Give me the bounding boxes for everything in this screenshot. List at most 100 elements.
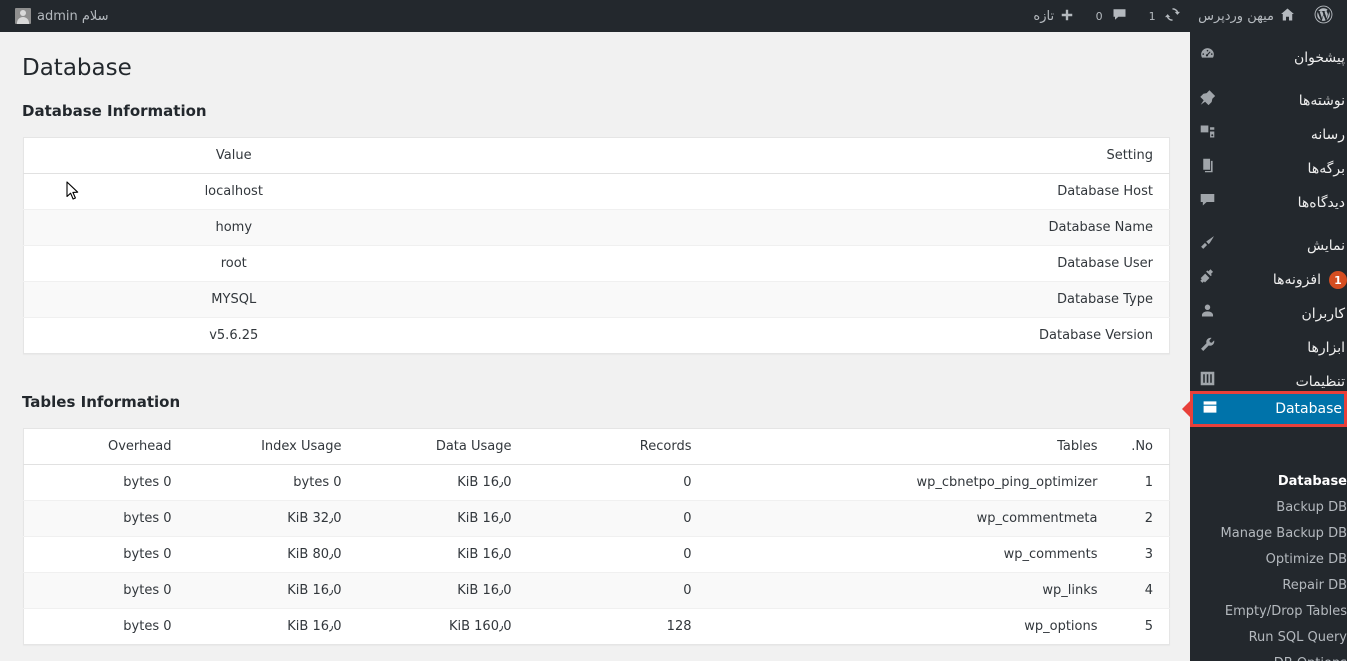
admin-sidebar-menu: پیشخوان نوشته‌ها رسانه (1190, 32, 1347, 661)
sidebar-item-label: Database (1275, 401, 1342, 417)
page-title: Database (22, 55, 132, 81)
cell-records: 0 (523, 572, 704, 609)
pin-icon (1190, 84, 1224, 118)
column-header-overhead: Overhead (23, 428, 184, 465)
column-header-tables: Tables (703, 428, 1110, 465)
menu-spacer-2 (1190, 220, 1347, 229)
cell-row-number: 1 (1109, 464, 1170, 501)
cell-spacer (443, 209, 744, 246)
table-row: bytes 0 KiB 32٫0 KiB 16٫0 0 wp_commentme… (23, 500, 1170, 537)
column-header-records: Records (523, 428, 704, 465)
cell-overhead: bytes 0 (23, 572, 184, 609)
cell-spacer (443, 245, 744, 282)
table-row: localhost Database Host (23, 173, 1170, 210)
cell-table-name: wp_cbnetpo_ping_optimizer (703, 464, 1110, 501)
column-header-data-usage: Data Usage (353, 428, 524, 465)
comments-menu[interactable]: 0 (1083, 0, 1136, 32)
cell-value: v5.6.25 (23, 317, 444, 354)
tools-icon (1190, 331, 1224, 365)
table-body: bytes 0 bytes 0 KiB 16٫0 0 wp_cbnetpo_pi… (23, 464, 1170, 645)
cell-overhead: bytes 0 (23, 608, 184, 645)
cell-row-number: 5 (1109, 608, 1170, 645)
table-header-row: Value Setting (23, 137, 1170, 174)
column-header-setting: Setting (743, 137, 1170, 174)
table-body: localhost Database Host homy Database Na… (23, 173, 1170, 354)
sidebar-item-label: دیدگاه‌ها (1297, 195, 1345, 211)
menu-spacer-top (1190, 32, 1347, 41)
table-row: bytes 0 KiB 80٫0 KiB 16٫0 0 wp_comments … (23, 536, 1170, 573)
cell-setting: Database Name (743, 209, 1170, 246)
main-content: Database Database Information Value Sett… (0, 32, 1190, 661)
site-name-menu[interactable]: میهن وردپرس (1189, 0, 1304, 32)
cell-index-usage: KiB 80٫0 (183, 536, 354, 573)
admin-bar-left-group: سلام admin (0, 0, 118, 32)
table-head: Value Setting (23, 137, 1170, 174)
table-row: v5.6.25 Database Version (23, 317, 1170, 354)
table-row: bytes 0 KiB 16٫0 KiB 16٫0 0 wp_links 4 (23, 572, 1170, 609)
table-row: bytes 0 KiB 16٫0 KiB 160٫0 128 wp_option… (23, 608, 1170, 645)
new-content-menu[interactable]: تازه (1024, 0, 1083, 32)
sidebar-item-label: ابزارها (1307, 340, 1345, 356)
sidebar-item-plugins[interactable]: افزونه‌ها 1 (1190, 263, 1347, 297)
sidebar-item-users[interactable]: کاربران (1190, 297, 1347, 331)
sidebar-item-tools[interactable]: ابزارها (1190, 331, 1347, 365)
updates-icon (1165, 7, 1181, 25)
sidebar-item-pages[interactable]: برگه‌ها (1190, 152, 1347, 186)
sidebar-item-label: کاربران (1301, 306, 1345, 322)
cell-records: 0 (523, 536, 704, 573)
submenu-item-db-options[interactable]: DB Options (1190, 651, 1347, 661)
cell-table-name: wp_comments (703, 536, 1110, 573)
sidebar-item-posts[interactable]: نوشته‌ها (1190, 84, 1347, 118)
column-header-no: .No (1109, 428, 1170, 465)
table-row: homy Database Name (23, 209, 1170, 246)
comments-count: 0 (1095, 9, 1103, 23)
table-row: MYSQL Database Type (23, 281, 1170, 318)
submenu-item-manage-backup-db[interactable]: Manage Backup DB (1190, 521, 1347, 547)
submenu-item-repair-db[interactable]: Repair DB (1190, 573, 1347, 599)
cell-value: root (23, 245, 444, 282)
cell-setting: Database User (743, 245, 1170, 282)
tables-information-table: Overhead Index Usage Data Usage Records … (23, 428, 1170, 645)
sidebar-item-label: برگه‌ها (1307, 161, 1345, 177)
sidebar-item-database-highlight: Database (1182, 391, 1347, 427)
submenu-item-backup-db[interactable]: Backup DB (1190, 495, 1347, 521)
sidebar-item-comments[interactable]: دیدگاه‌ها (1190, 186, 1347, 220)
cell-setting: Database Host (743, 173, 1170, 210)
table-row: root Database User (23, 245, 1170, 282)
sidebar-item-appearance[interactable]: نمایش (1190, 229, 1347, 263)
sidebar-item-media[interactable]: رسانه (1190, 118, 1347, 152)
column-header-spacer (443, 137, 744, 174)
home-icon (1280, 7, 1295, 25)
cell-setting: Database Type (743, 281, 1170, 318)
wordpress-logo-icon[interactable] (1304, 5, 1343, 28)
submenu-item-optimize-db[interactable]: Optimize DB (1190, 547, 1347, 573)
cell-overhead: bytes 0 (23, 500, 184, 537)
comment-icon (1190, 186, 1224, 220)
wordpress-admin-screen: میهن وردپرس 1 0 تازه سلام admin پیشخوان … (0, 0, 1347, 661)
plugins-icon (1190, 263, 1224, 297)
submenu-item-empty-drop-tables[interactable]: Empty/Drop Tables (1190, 599, 1347, 625)
new-content-label: تازه (1033, 8, 1055, 24)
cell-row-number: 4 (1109, 572, 1170, 609)
cell-table-name: wp_links (703, 572, 1110, 609)
my-account-menu[interactable]: سلام admin (6, 0, 118, 32)
updates-menu[interactable]: 1 (1136, 0, 1189, 32)
cell-data-usage: KiB 160٫0 (353, 608, 524, 645)
cell-index-usage: KiB 32٫0 (183, 500, 354, 537)
cell-records: 0 (523, 464, 704, 501)
cell-data-usage: KiB 16٫0 (353, 464, 524, 501)
sidebar-item-database[interactable]: Database (1193, 394, 1344, 424)
sidebar-item-plugins-label-wrap: افزونه‌ها 1 (1224, 271, 1347, 289)
submenu-item-database[interactable]: Database (1190, 469, 1347, 495)
admin-bar-right-group: میهن وردپرس 1 0 تازه (1024, 0, 1347, 32)
sidebar-item-label: رسانه (1310, 127, 1345, 143)
submenu-item-run-sql-query[interactable]: Run SQL Query (1190, 625, 1347, 651)
column-header-index-usage: Index Usage (183, 428, 354, 465)
cell-index-usage: KiB 16٫0 (183, 608, 354, 645)
sidebar-item-dashboard[interactable]: پیشخوان (1190, 41, 1347, 75)
cell-table-name: wp_commentmeta (703, 500, 1110, 537)
sidebar-item-label: تنظیمات (1295, 374, 1345, 390)
page-icon (1190, 152, 1224, 186)
cell-spacer (443, 281, 744, 318)
dashboard-icon (1190, 41, 1224, 75)
